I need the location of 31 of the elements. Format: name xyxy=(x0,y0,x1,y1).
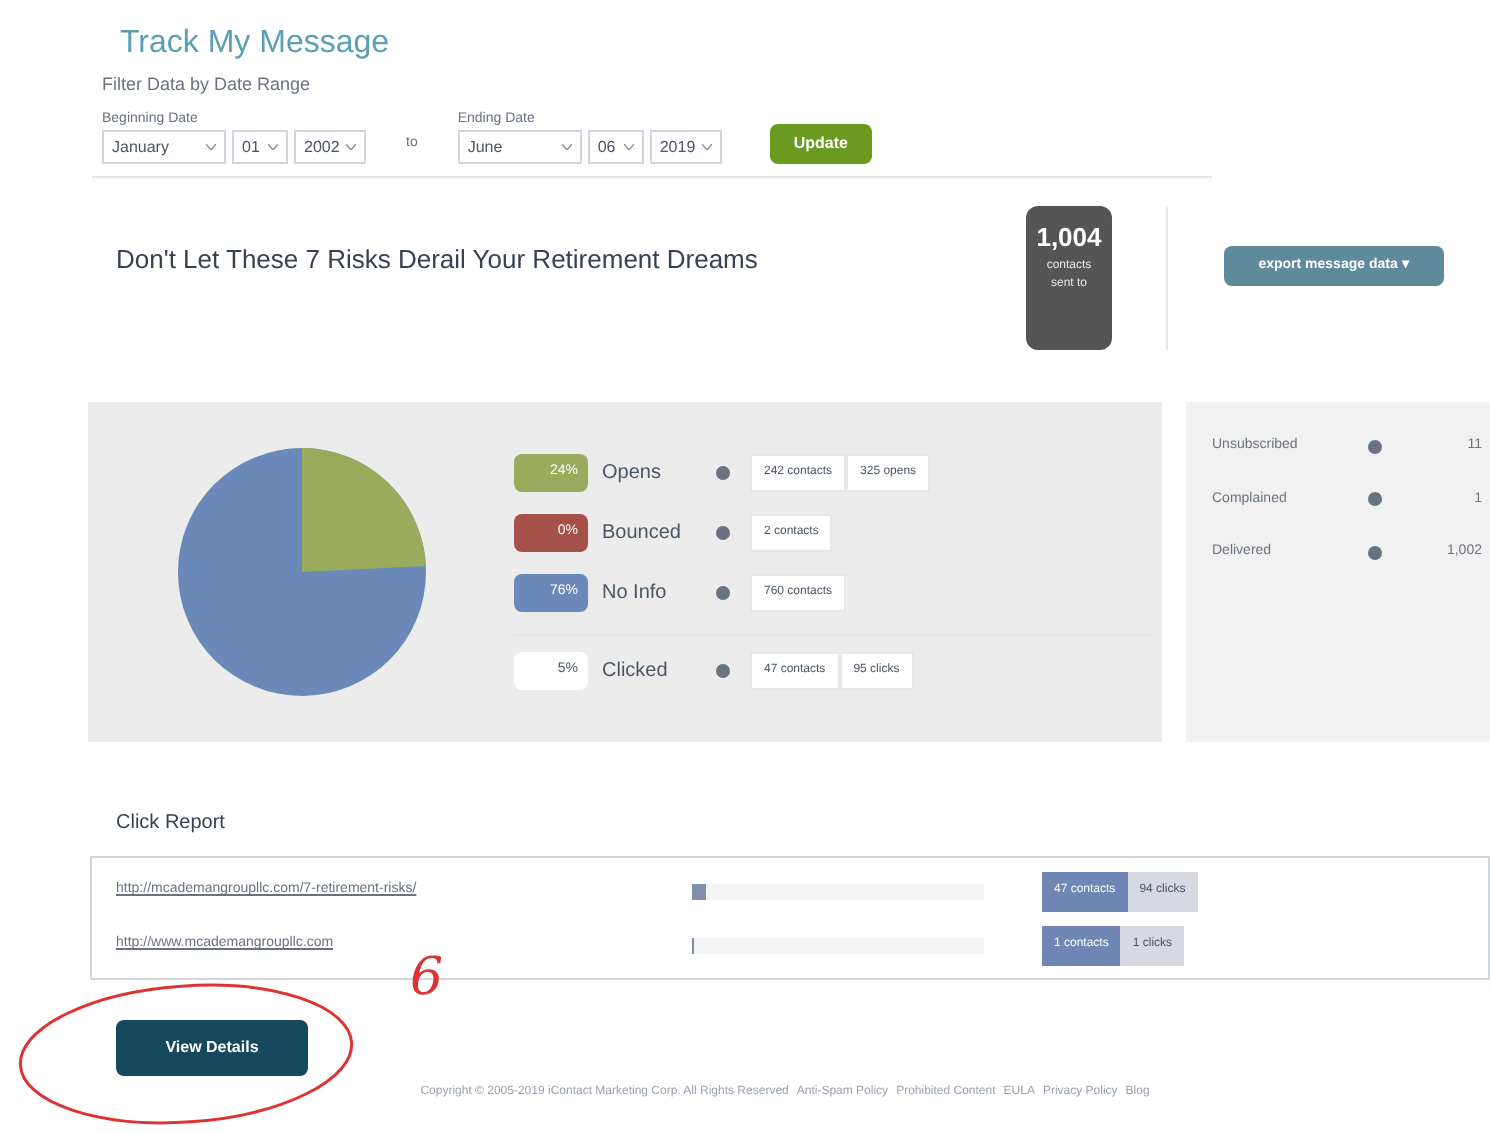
message-subject: Don't Let These 7 Risks Derail Your Retirement Dreams xyxy=(116,242,760,278)
info-icon[interactable] xyxy=(716,586,730,600)
info-icon[interactable] xyxy=(716,466,730,480)
caret-icon xyxy=(268,144,278,150)
select-field[interactable]: 06 xyxy=(587,130,644,164)
select-field[interactable]: 2019 xyxy=(649,130,722,164)
view-details-button[interactable]: View Details xyxy=(116,1020,308,1076)
info-icon[interactable] xyxy=(1368,439,1382,454)
caret-icon xyxy=(701,144,712,150)
caret-icon xyxy=(623,144,634,150)
section-title: Click Report xyxy=(116,812,225,834)
select-field[interactable]: June xyxy=(457,130,582,164)
stat-label: Bounced xyxy=(602,520,683,548)
sent-count: 1,004 xyxy=(1036,220,1102,256)
select-field[interactable]: January xyxy=(102,130,226,164)
info-icon[interactable] xyxy=(1368,545,1382,560)
handwritten-number: 6 xyxy=(410,946,444,1012)
caret-icon xyxy=(206,144,216,150)
caret-icon xyxy=(561,144,572,150)
info-icon[interactable] xyxy=(716,526,730,540)
info-icon[interactable] xyxy=(716,664,730,678)
update-button[interactable]: Update xyxy=(769,124,872,164)
section-legend: Filter Data by Date Range xyxy=(102,72,1212,99)
select-field[interactable]: 2002 xyxy=(294,130,366,164)
stat-label: Opens xyxy=(602,460,663,488)
select-field[interactable]: 01 xyxy=(232,130,288,164)
page-title: Track My Message xyxy=(120,24,392,64)
info-icon[interactable] xyxy=(1368,492,1382,507)
caret-icon xyxy=(346,144,356,150)
stat-label: No Info xyxy=(602,580,669,608)
stat-label: Clicked xyxy=(602,658,670,686)
